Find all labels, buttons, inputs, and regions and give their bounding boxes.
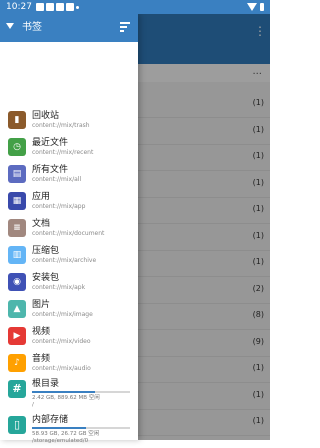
- sort-icon[interactable]: [120, 22, 132, 32]
- status-time: 10:27: [6, 2, 32, 12]
- notification-icons: [36, 3, 79, 11]
- music-icon: ♪: [8, 354, 26, 372]
- bookmark-item[interactable]: ♪ 音频 content://mix/audio: [0, 351, 138, 378]
- storage-item[interactable]: # 根目录 2.42 GB, 889.62 MB 空闲 /: [0, 376, 138, 412]
- bookmark-item[interactable]: ▥ 压缩包 content://mix/archive: [0, 243, 138, 270]
- bookmark-path: content://mix/all: [32, 176, 82, 183]
- battery-icon: [260, 3, 264, 11]
- bookmark-path: content://mix/video: [32, 338, 91, 345]
- bookmark-path: content://mix/archive: [32, 257, 97, 264]
- storage-name: 根目录: [32, 379, 60, 389]
- bookmark-item[interactable]: ▤ 所有文件 content://mix/all: [0, 162, 138, 189]
- stop-notification-icon: [56, 3, 64, 11]
- storage-name: 内部存储: [32, 415, 69, 425]
- dropdown-arrow-icon[interactable]: [6, 23, 14, 29]
- bookmark-path: content://mix/recent: [32, 149, 94, 156]
- bookmark-name: 最近文件: [32, 138, 69, 148]
- bookmark-name: 压缩包: [32, 246, 60, 256]
- bookmark-name: 音频: [32, 354, 51, 364]
- play-icon: ▶: [8, 327, 26, 345]
- bookmark-item[interactable]: ▶ 视频 content://mix/video: [0, 324, 138, 351]
- archive-icon: ▥: [8, 246, 26, 264]
- bookmark-name: 图片: [32, 300, 51, 310]
- bookmark-name: 所有文件: [32, 165, 69, 175]
- storage-usage-fill: [32, 391, 95, 393]
- bookmark-path: content://mix/document: [32, 230, 105, 237]
- bookmark-name: 应用: [32, 192, 51, 202]
- apps-grid-icon: ▦: [8, 192, 26, 210]
- bookmark-name: 回收站: [32, 111, 60, 121]
- wifi-icon: [247, 3, 257, 11]
- android-icon: ◉: [8, 273, 26, 291]
- hash-icon: #: [8, 380, 26, 398]
- bookmark-path: content://mix/apk: [32, 284, 86, 291]
- document-icon: ≡: [8, 219, 26, 237]
- file-icon: ▤: [8, 165, 26, 183]
- bookmark-path: content://mix/trash: [32, 122, 90, 129]
- storage-path: /: [32, 402, 34, 408]
- bookmark-name: 安装包: [32, 273, 60, 283]
- bookmark-item[interactable]: ▲ 图片 content://mix/image: [0, 297, 138, 324]
- drawer-header: 书签: [0, 14, 138, 42]
- bookmark-item[interactable]: ▮ 回收站 content://mix/trash: [0, 108, 138, 135]
- bookmark-item[interactable]: ▦ 应用 content://mix/app: [0, 189, 138, 216]
- bookmark-name: 视频: [32, 327, 51, 337]
- photo-notification-icon: [36, 3, 44, 11]
- storage-usage-bar: [32, 427, 130, 429]
- bookmark-path: content://mix/image: [32, 311, 93, 318]
- bookmark-item[interactable]: ≡ 文档 content://mix/document: [0, 216, 138, 243]
- bookmark-item[interactable]: ◷ 最近文件 content://mix/recent: [0, 135, 138, 162]
- message-notification-icon: [66, 3, 74, 11]
- bookmark-item[interactable]: ◉ 安装包 content://mix/apk: [0, 270, 138, 297]
- drawer-title: 书签: [22, 22, 42, 33]
- dot-icon: [76, 5, 79, 9]
- bookmark-name: 文档: [32, 219, 51, 229]
- storage-usage-fill: [32, 427, 86, 429]
- storage-usage-bar: [32, 391, 130, 393]
- storage-info: 2.42 GB, 889.62 MB 空闲: [32, 395, 100, 401]
- storage-path: /storage/emulated/0: [32, 438, 89, 444]
- bookmark-path: content://mix/app: [32, 203, 86, 210]
- clock-icon: ◷: [8, 138, 26, 156]
- app-notification-icon: [46, 3, 54, 11]
- status-bar: 10:27: [0, 0, 270, 14]
- bookmark-path: content://mix/audio: [32, 365, 91, 372]
- storage-info: 58.93 GB, 26.72 GB 空闲: [32, 431, 100, 437]
- bookmarks-drawer: 书签 ▮ 回收站 content://mix/trash ◷ 最近文件 content:/…: [0, 14, 138, 444]
- system-icons: [247, 3, 264, 11]
- phone-icon: ▯: [8, 416, 26, 434]
- storage-item[interactable]: ▯ 内部存储 58.93 GB, 26.72 GB 空闲/storage/emula…: [0, 412, 138, 448]
- image-icon: ▲: [8, 300, 26, 318]
- trash-icon: ▮: [8, 111, 26, 129]
